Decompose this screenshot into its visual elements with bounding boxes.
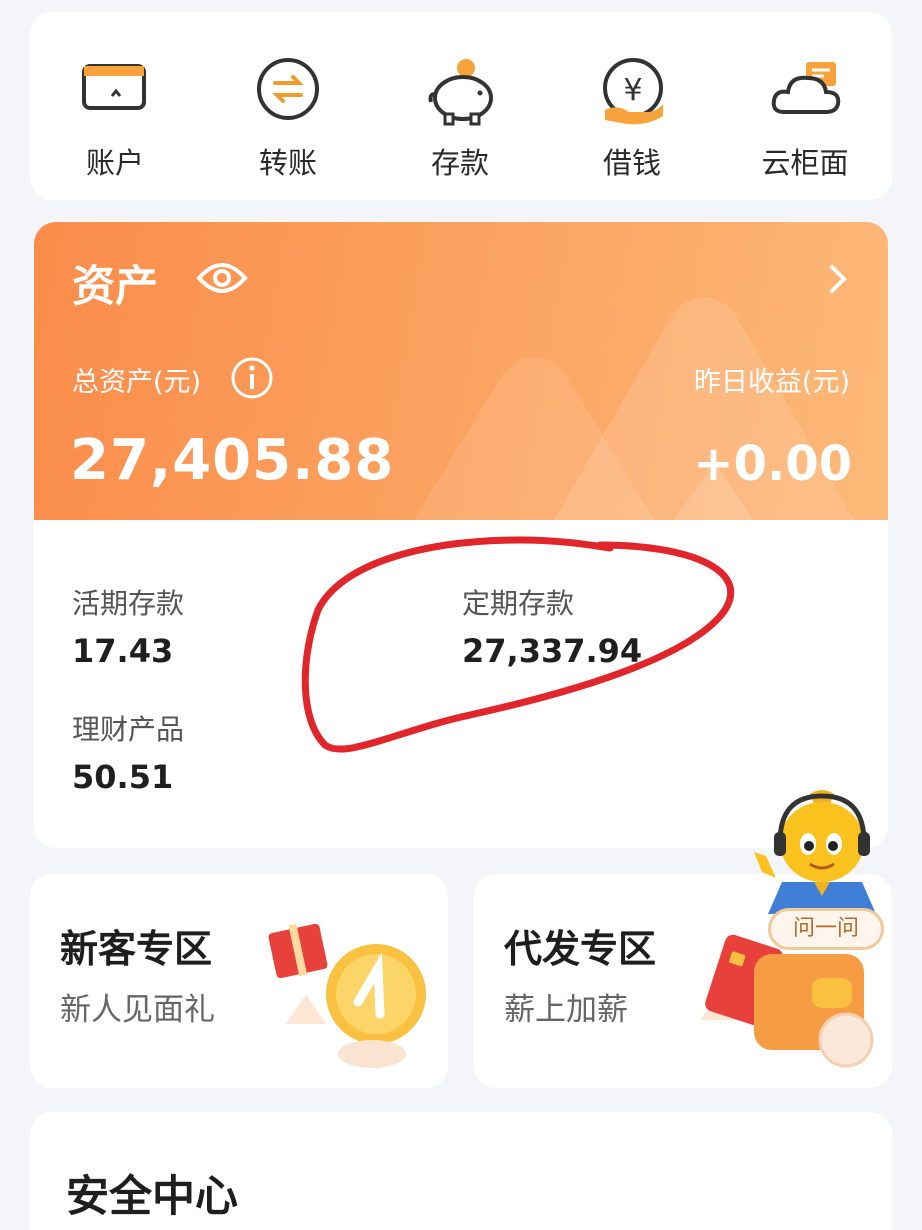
- gift-coin-icon: [268, 923, 426, 1068]
- transfer-icon: [257, 58, 319, 120]
- assets-card[interactable]: 资产 总资产(元) 27,405.88 昨日收益(元) +0.00 活期存款 1…: [34, 222, 888, 848]
- quick-action-label: 存款: [430, 146, 489, 180]
- assets-title: 资产: [72, 262, 158, 312]
- total-assets-value: 27,405.88: [70, 428, 395, 493]
- demand-deposit-label: 活期存款: [72, 587, 185, 620]
- account-card-icon: [82, 64, 146, 110]
- fixed-deposit-value: 27,337.94: [462, 632, 643, 670]
- wealth-product-value: 50.51: [72, 758, 174, 796]
- borrow-yuan-icon: ¥: [603, 58, 663, 125]
- promo-title: 新客专区: [60, 927, 213, 971]
- promo-subtitle: 薪上加薪: [504, 992, 628, 1028]
- security-center-card[interactable]: 安全中心: [30, 1112, 892, 1230]
- promo-subtitle: 新人见面礼: [60, 992, 215, 1028]
- fixed-deposit-label: 定期存款: [462, 587, 575, 620]
- quick-actions-card: 账户 转账 存款 ¥ 借钱 云柜面: [30, 12, 892, 200]
- chevron-right-icon[interactable]: [828, 264, 848, 294]
- demand-deposit-item[interactable]: 活期存款 17.43: [72, 582, 184, 670]
- wealth-product-item[interactable]: 理财产品 50.51: [72, 708, 184, 796]
- promo-new-customer[interactable]: 新客专区 新人见面礼: [30, 874, 448, 1088]
- quick-action-deposit[interactable]: 存款: [385, 12, 535, 200]
- fixed-deposit-item[interactable]: 定期存款 27,337.94: [462, 582, 642, 670]
- quick-action-label: 云柜面: [761, 146, 849, 180]
- assistant-mascot-icon[interactable]: [752, 786, 892, 916]
- total-assets-label: 总资产(元): [72, 367, 202, 398]
- yesterday-earnings-label: 昨日收益(元): [693, 367, 850, 398]
- promo-title: 代发专区: [504, 927, 657, 971]
- info-icon[interactable]: [230, 356, 274, 400]
- quick-action-account[interactable]: 账户: [40, 12, 190, 200]
- wealth-product-label: 理财产品: [72, 713, 185, 746]
- quick-action-borrow[interactable]: ¥ 借钱: [557, 12, 707, 200]
- eye-icon[interactable]: [196, 258, 248, 298]
- ask-assistant-button[interactable]: 问一问: [768, 908, 884, 950]
- piggy-bank-icon: [428, 59, 493, 126]
- quick-action-transfer[interactable]: 转账: [213, 12, 363, 200]
- assets-header: 资产 总资产(元) 27,405.88 昨日收益(元) +0.00: [34, 222, 888, 520]
- quick-action-label: 账户: [85, 146, 144, 180]
- svg-text:¥: ¥: [623, 73, 642, 108]
- yesterday-earnings-value: +0.00: [693, 436, 852, 492]
- demand-deposit-value: 17.43: [72, 632, 174, 670]
- security-center-title: 安全中心: [66, 1172, 238, 1222]
- quick-action-label: 借钱: [602, 146, 661, 180]
- quick-action-label: 转账: [258, 146, 317, 180]
- quick-action-cloud-counter[interactable]: 云柜面: [730, 12, 880, 200]
- cloud-counter-icon: [771, 62, 841, 114]
